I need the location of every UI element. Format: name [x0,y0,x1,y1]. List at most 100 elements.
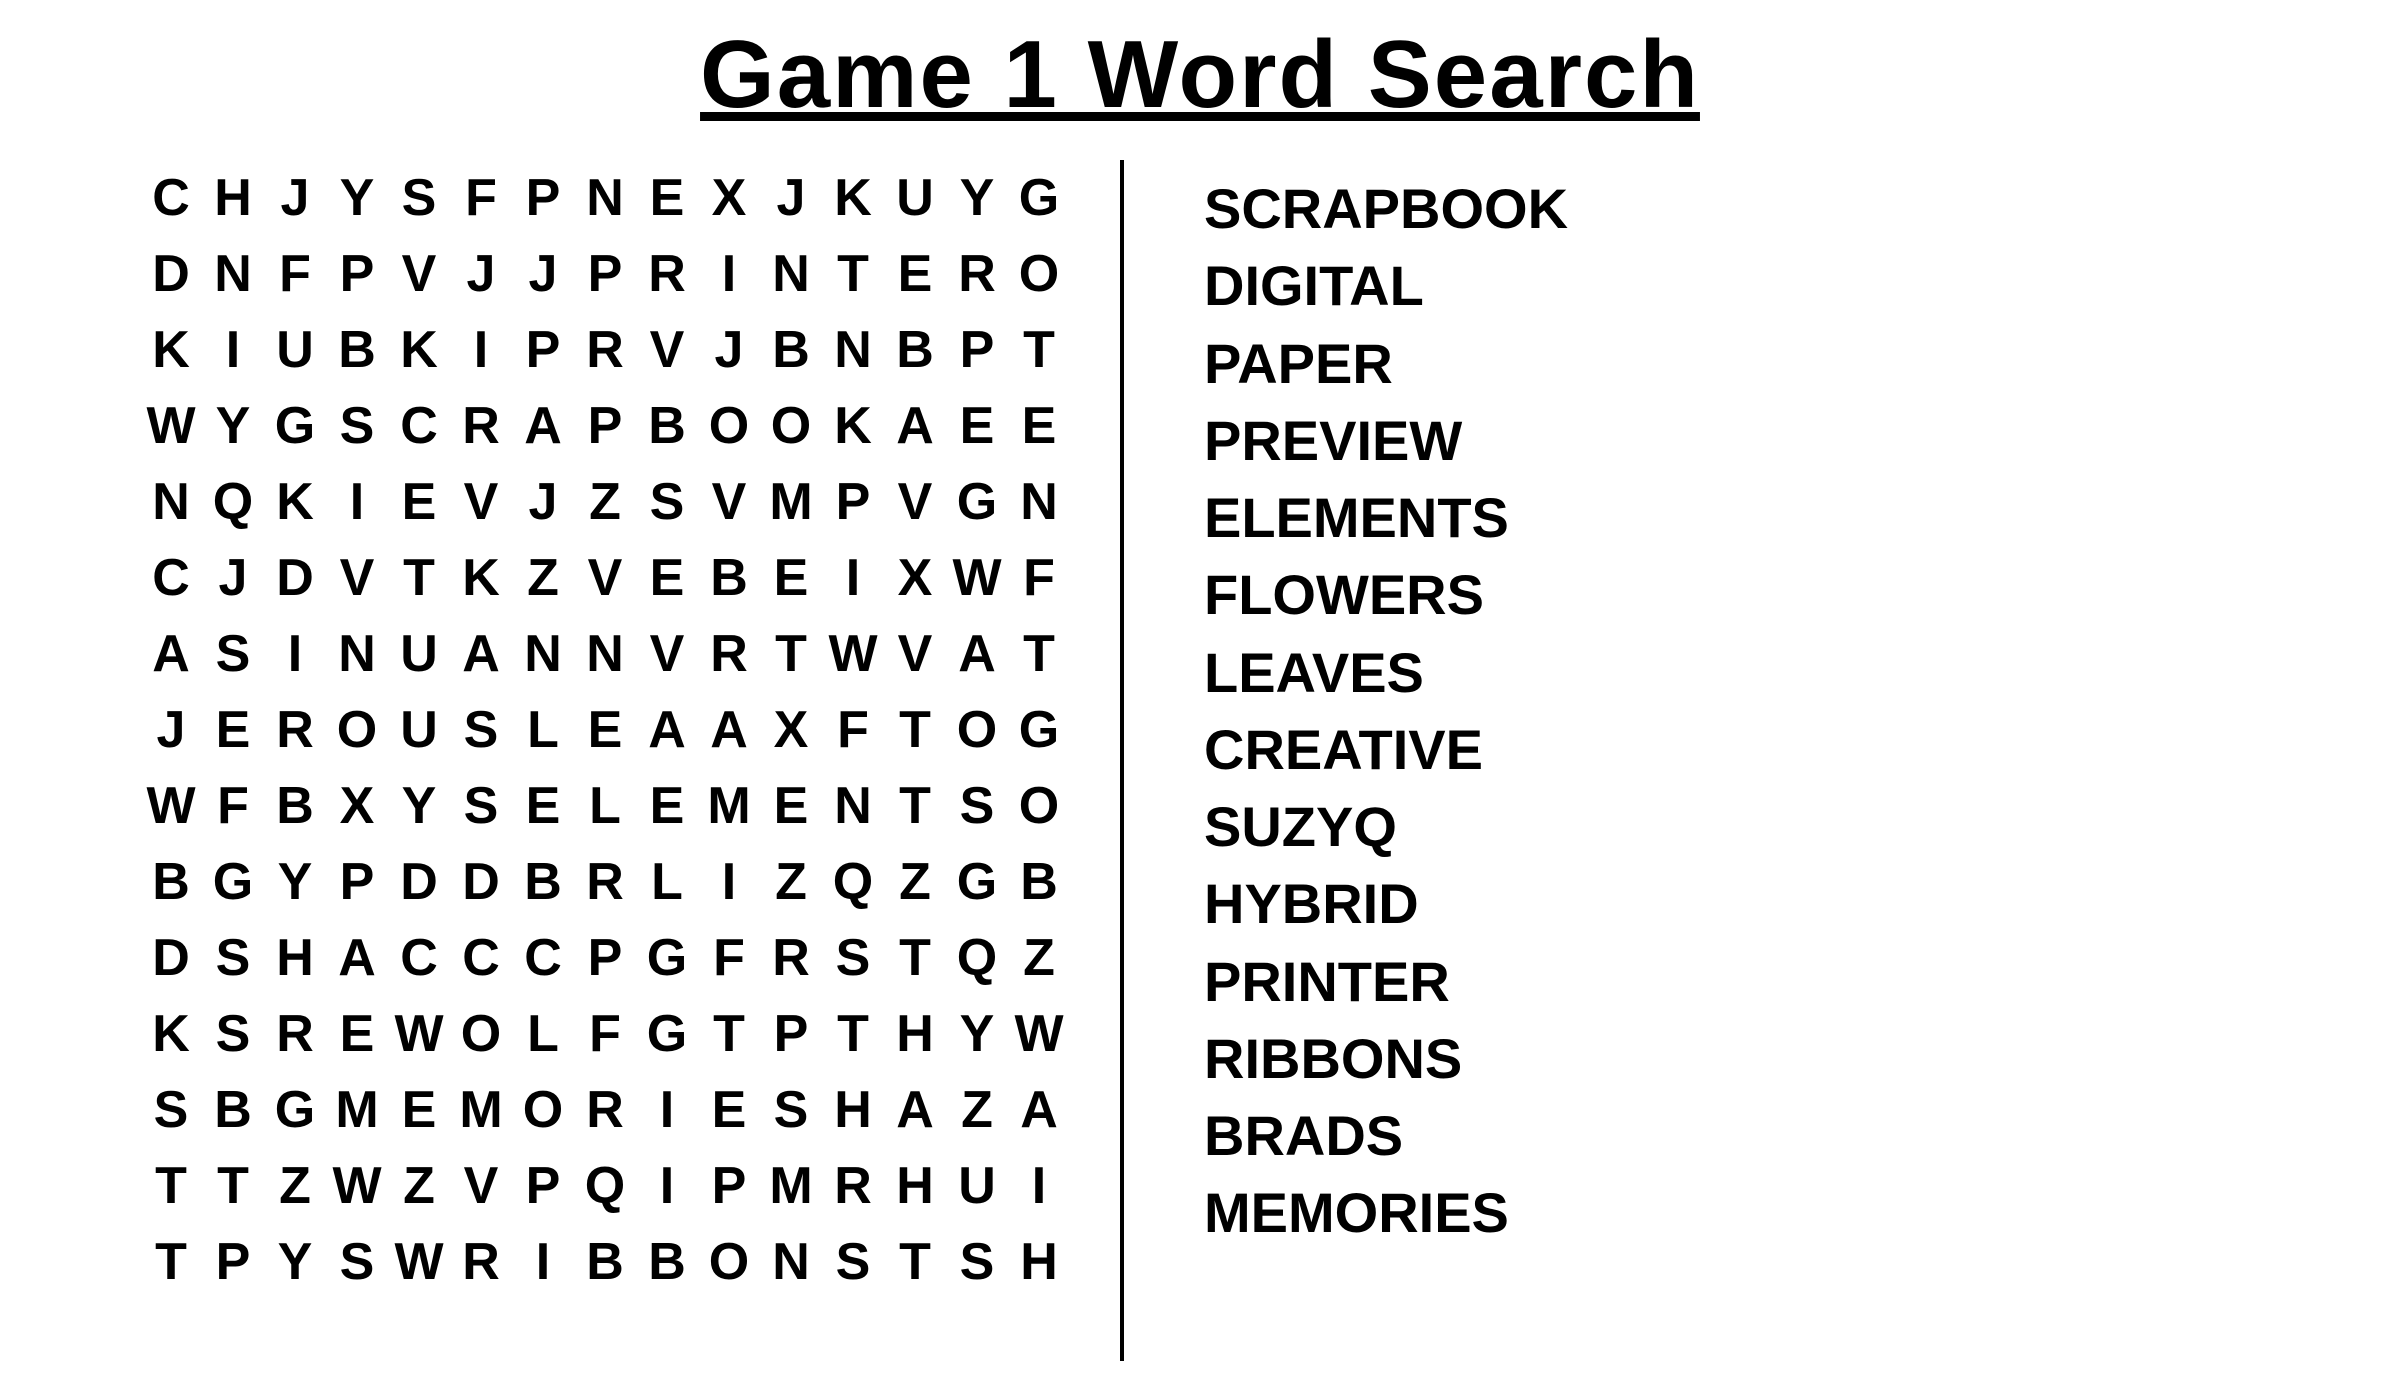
grid-cell: Z [512,540,574,616]
grid-cell: P [574,388,636,464]
grid-cell: G [1008,160,1070,236]
grid-cell: P [326,236,388,312]
grid-cell: M [326,1072,388,1148]
grid-cell: S [140,1072,202,1148]
grid-cell: L [512,996,574,1072]
grid-cell: R [574,312,636,388]
grid-cell: T [202,1148,264,1224]
grid-cell: V [636,312,698,388]
grid-cell: T [140,1224,202,1300]
grid-cell: R [574,1072,636,1148]
grid-cell: J [202,540,264,616]
grid-cell: W [388,1224,450,1300]
grid-cell: A [326,920,388,996]
grid-cell: R [946,236,1008,312]
grid-cell: R [264,996,326,1072]
grid-cell: Y [264,1224,326,1300]
grid-cell: W [140,768,202,844]
grid-cell: K [388,312,450,388]
grid-cell: T [884,768,946,844]
content-area: CHJYSFPNEXJKUYGDNFPVJJPRINTEROKIUBKIPRVJ… [60,160,2340,1361]
grid-cell: I [822,540,884,616]
word-item: ELEMENTS [1204,479,2340,556]
grid-cell: U [264,312,326,388]
grid-cell: N [326,616,388,692]
grid-cell: T [760,616,822,692]
grid-cell: P [512,1148,574,1224]
grid-cell: A [636,692,698,768]
grid-cell: G [636,920,698,996]
grid-cell: G [636,996,698,1072]
grid-cell: S [326,1224,388,1300]
grid-cell: B [636,1224,698,1300]
grid-cell: O [1008,768,1070,844]
grid-cell: T [698,996,760,1072]
grid-cell: J [450,236,512,312]
grid-cell: V [884,616,946,692]
grid-cell: G [1008,692,1070,768]
grid-cell: W [140,388,202,464]
word-item: LEAVES [1204,634,2340,711]
grid-cell: F [264,236,326,312]
grid-cell: O [1008,236,1070,312]
grid-cell: E [636,540,698,616]
grid-cell: S [946,768,1008,844]
grid-cell: J [512,464,574,540]
grid-cell: A [884,388,946,464]
grid-cell: N [760,1224,822,1300]
grid-cell: F [698,920,760,996]
grid-cell: S [636,464,698,540]
grid-cell: R [264,692,326,768]
grid-cell: G [264,388,326,464]
grid-cell: G [946,464,1008,540]
grid-cell: L [636,844,698,920]
grid-cell: N [202,236,264,312]
grid-cell: Z [884,844,946,920]
grid-cell: T [388,540,450,616]
grid-cell: E [884,236,946,312]
grid-cell: I [264,616,326,692]
grid-cell: O [326,692,388,768]
grid-cell: S [760,1072,822,1148]
grid-cell: I [326,464,388,540]
grid-cell: X [326,768,388,844]
word-item: SUZYQ [1204,788,2340,865]
grid-cell: E [760,768,822,844]
grid-cell: V [388,236,450,312]
grid-cell: Z [946,1072,1008,1148]
grid-cell: C [388,388,450,464]
grid-cell: T [822,996,884,1072]
grid-cell: J [140,692,202,768]
grid-cell: V [450,1148,512,1224]
grid-cell: R [760,920,822,996]
grid-cell: K [140,996,202,1072]
grid-cell: P [202,1224,264,1300]
grid-cell: E [760,540,822,616]
grid-cell: N [512,616,574,692]
grid-cell: P [822,464,884,540]
grid-cell: P [326,844,388,920]
grid-cell: R [450,388,512,464]
grid-cell: D [140,920,202,996]
grid-cell: U [946,1148,1008,1224]
grid-cell: H [884,996,946,1072]
grid-cell: E [388,1072,450,1148]
grid-cell: Y [946,160,1008,236]
grid-cell: T [1008,312,1070,388]
grid-cell: S [450,768,512,844]
grid-cell: R [822,1148,884,1224]
grid-cell: A [946,616,1008,692]
grid-cell: E [574,692,636,768]
grid-cell: F [450,160,512,236]
grid-cell: W [388,996,450,1072]
grid-cell: A [1008,1072,1070,1148]
grid-cell: C [140,160,202,236]
grid-cell: N [574,160,636,236]
grid-cell: T [884,692,946,768]
grid-cell: J [264,160,326,236]
word-item: FLOWERS [1204,556,2340,633]
grid-cell: F [822,692,884,768]
grid-cell: Z [264,1148,326,1224]
grid-cell: R [574,844,636,920]
grid-cell: O [946,692,1008,768]
